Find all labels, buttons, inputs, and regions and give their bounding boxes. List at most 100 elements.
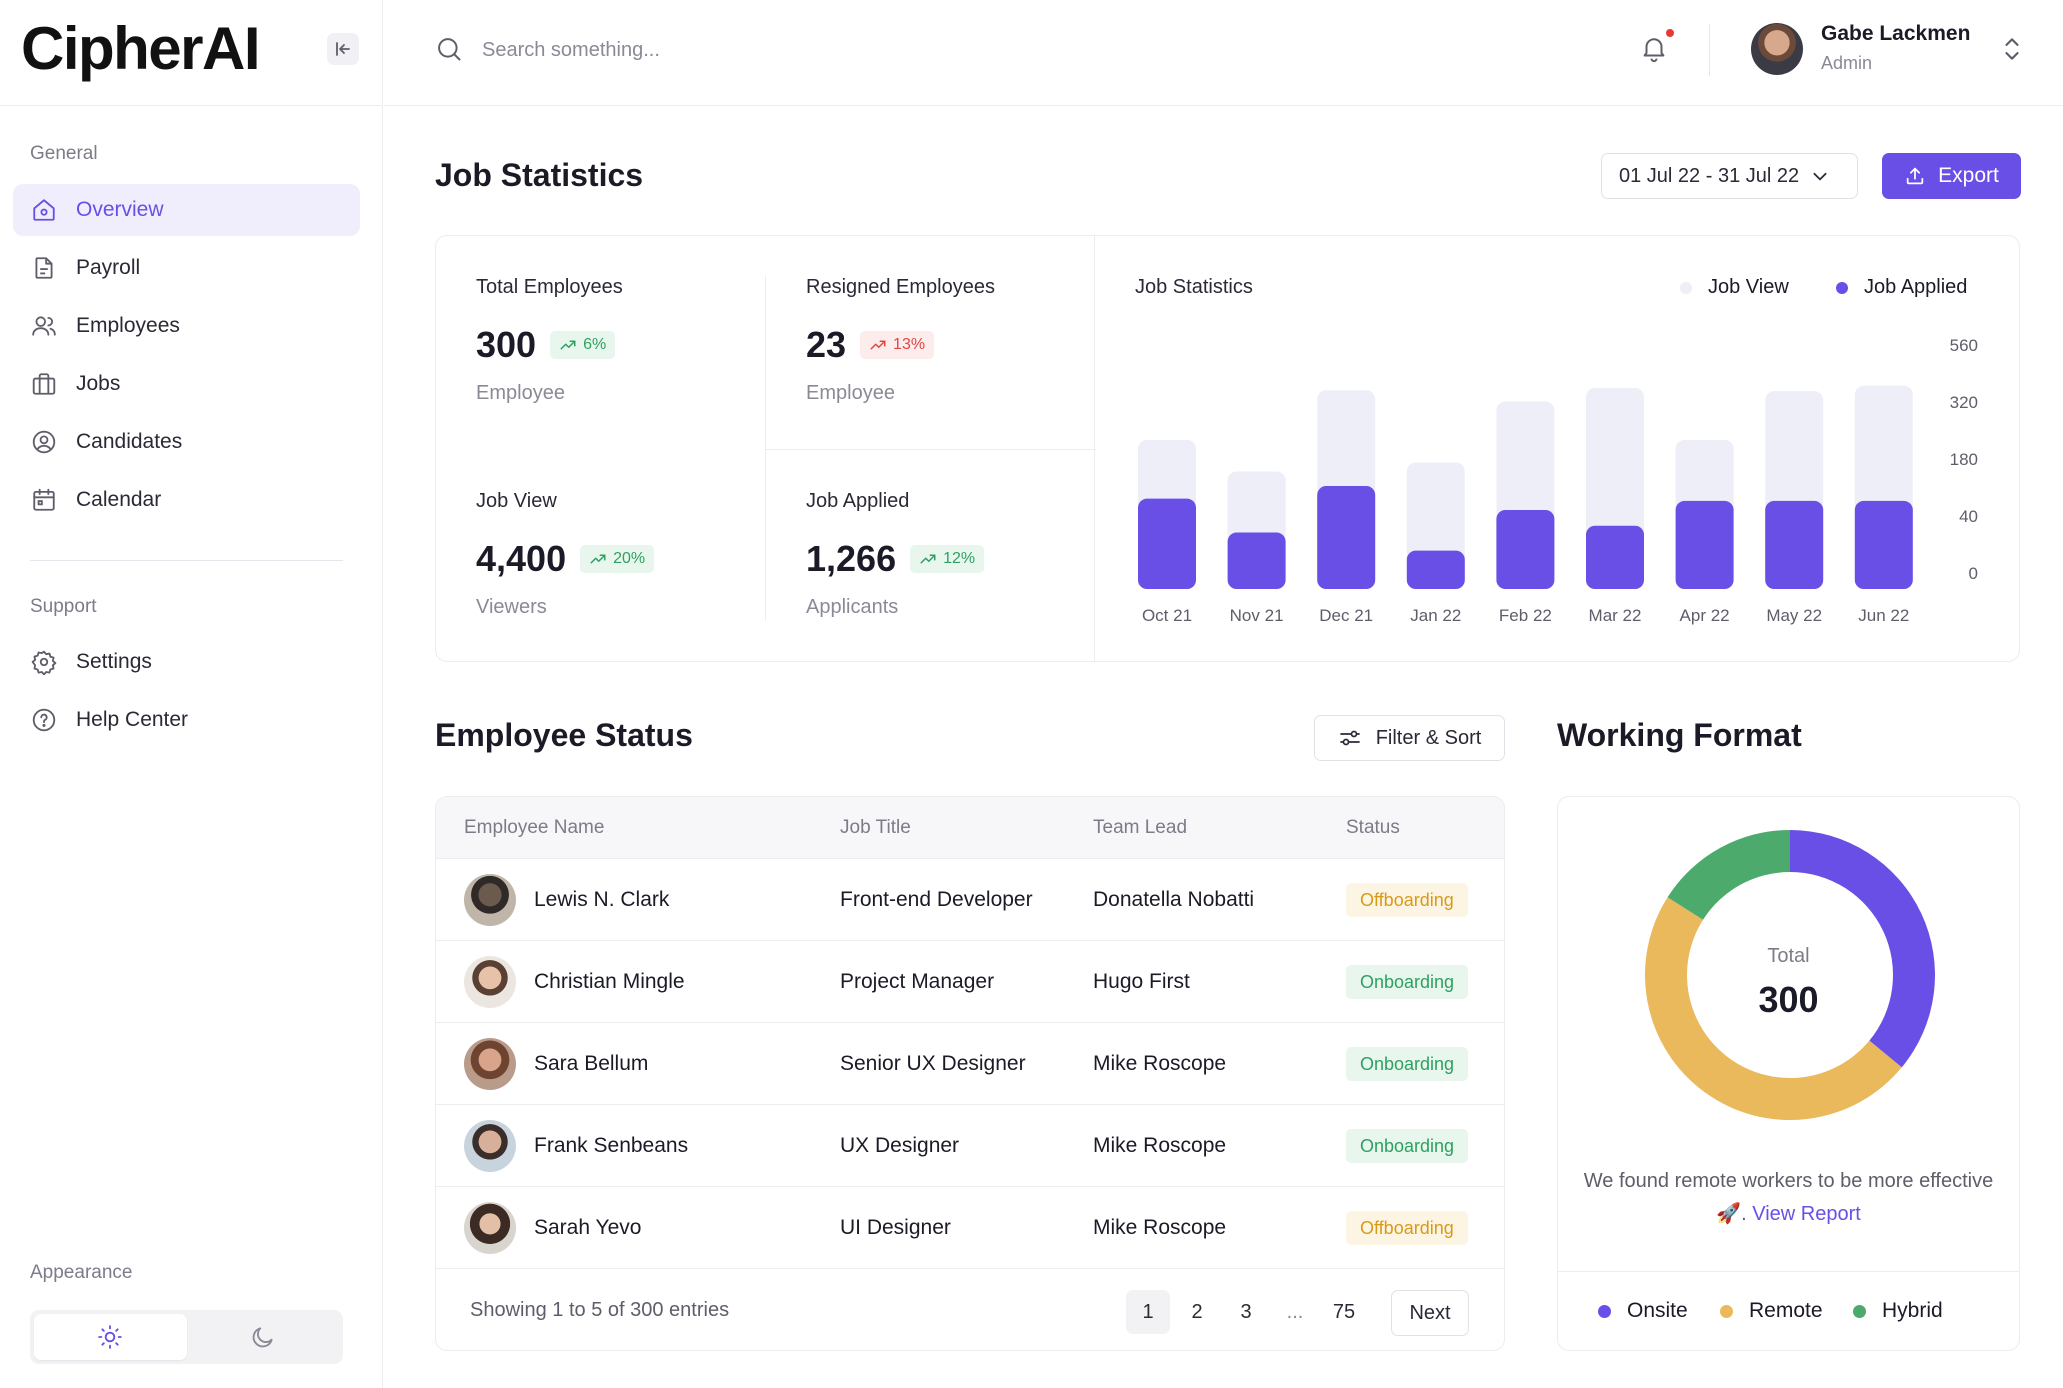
bar-job-applied[interactable] bbox=[1675, 500, 1734, 589]
trend-down-icon bbox=[870, 340, 886, 350]
status-badge: Offboarding bbox=[1346, 1211, 1468, 1245]
job-title: Project Manager bbox=[840, 970, 995, 993]
filter-sort-label: Filter & Sort bbox=[1375, 726, 1482, 749]
employee-name: Christian Mingle bbox=[534, 970, 685, 993]
trend-up-icon bbox=[560, 340, 576, 350]
sidebar-item-help-center[interactable]: Help Center bbox=[13, 694, 360, 746]
user-name[interactable]: Gabe Lackmen bbox=[1821, 22, 1970, 46]
sidebar-item-overview[interactable]: Overview bbox=[13, 184, 360, 236]
y-tick-label: 0 bbox=[1969, 564, 1978, 583]
upload-icon bbox=[1906, 167, 1924, 185]
status-badge: Onboarding bbox=[1346, 965, 1469, 999]
team-lead: Mike Roscope bbox=[1093, 1052, 1227, 1075]
donut-segment-hybrid[interactable] bbox=[1667, 830, 1790, 920]
job-statistics-card: Total Employees 300 6% Employee Resigned… bbox=[435, 235, 2020, 662]
legend-dot bbox=[1598, 1304, 1611, 1318]
x-tick-label: Feb 22 bbox=[1499, 606, 1552, 625]
donut-total-value: 300 bbox=[1758, 979, 1819, 1020]
view-report-link[interactable]: View Report bbox=[1752, 1203, 1861, 1225]
sidebar-item-jobs[interactable]: Jobs bbox=[13, 358, 360, 410]
bar-job-applied[interactable] bbox=[1317, 485, 1376, 589]
x-tick-label: Oct 21 bbox=[1142, 606, 1192, 625]
stat-unit: Applicants bbox=[806, 596, 899, 618]
table-row[interactable]: Sarah Yevo UI Designer Mike Roscope Offb… bbox=[436, 1187, 1504, 1269]
notification-bell-icon[interactable] bbox=[1639, 33, 1669, 68]
team-lead: Mike Roscope bbox=[1093, 1216, 1227, 1239]
column-header[interactable]: Job Title bbox=[840, 817, 911, 839]
x-tick-label: Dec 21 bbox=[1319, 606, 1373, 625]
legend-label: Job View bbox=[1708, 276, 1789, 298]
bar-job-applied[interactable] bbox=[1138, 498, 1196, 589]
card-split-divider bbox=[1094, 236, 1095, 661]
stat-unit: Employee bbox=[476, 382, 565, 404]
search-input[interactable] bbox=[482, 32, 982, 68]
app-logo[interactable]: CipherAI bbox=[21, 14, 261, 83]
column-header[interactable]: Team Lead bbox=[1093, 817, 1187, 839]
legend-onsite: Onsite bbox=[1598, 1299, 1688, 1323]
page-3-button[interactable]: 3 bbox=[1224, 1290, 1268, 1334]
table-row[interactable]: Lewis N. Clark Front-end Developer Donat… bbox=[436, 859, 1504, 941]
table-row[interactable]: Frank Senbeans UX Designer Mike Roscope … bbox=[436, 1105, 1504, 1187]
x-tick-label: May 22 bbox=[1766, 606, 1822, 625]
user-menu-chevron-icon[interactable] bbox=[2001, 35, 2023, 68]
page-2-button[interactable]: 2 bbox=[1175, 1290, 1219, 1334]
bar-job-applied[interactable] bbox=[1586, 525, 1644, 589]
legend-hybrid: Hybrid bbox=[1853, 1299, 1943, 1323]
legend-label: Onsite bbox=[1627, 1299, 1688, 1322]
date-range-select[interactable]: 01 Jul 22 - 31 Jul 22 bbox=[1601, 153, 1858, 199]
collapse-icon bbox=[336, 42, 350, 56]
table-row[interactable]: Sara Bellum Senior UX Designer Mike Rosc… bbox=[436, 1023, 1504, 1105]
trend-value: 13% bbox=[893, 336, 926, 353]
stat-job-view: Job View 4,400 20% Viewers bbox=[476, 490, 776, 619]
users-icon bbox=[30, 312, 58, 340]
user-avatar[interactable] bbox=[1751, 23, 1803, 75]
bar-job-applied[interactable] bbox=[1765, 500, 1824, 589]
avatar bbox=[464, 956, 516, 1008]
column-header[interactable]: Status bbox=[1346, 817, 1400, 839]
calendar-icon bbox=[30, 486, 58, 514]
page-1-button[interactable]: 1 bbox=[1126, 1290, 1170, 1334]
stat-value: 23 bbox=[806, 324, 847, 365]
stat-divider-horizontal bbox=[766, 449, 1096, 450]
x-tick-label: Apr 22 bbox=[1680, 606, 1730, 625]
chart-title: Job Statistics bbox=[1135, 276, 1253, 298]
x-tick-label: Mar 22 bbox=[1589, 606, 1642, 625]
stat-label: Total Employees bbox=[476, 276, 623, 298]
sidebar-item-payroll[interactable]: Payroll bbox=[13, 242, 360, 294]
support-section-label: Support bbox=[30, 596, 97, 617]
sidebar-item-calendar[interactable]: Calendar bbox=[13, 474, 360, 526]
notification-dot bbox=[1666, 29, 1674, 37]
sidebar-item-employees[interactable]: Employees bbox=[13, 300, 360, 352]
bar-job-applied[interactable] bbox=[1227, 532, 1286, 589]
entries-summary: Showing 1 to 5 of 300 entries bbox=[470, 1299, 730, 1321]
column-header[interactable]: Employee Name bbox=[464, 817, 604, 839]
next-page-button[interactable]: Next bbox=[1391, 1290, 1469, 1336]
sidebar-item-label: Candidates bbox=[76, 430, 183, 453]
export-button[interactable]: Export bbox=[1882, 153, 2021, 199]
trend-up-icon bbox=[920, 554, 936, 564]
bar-job-applied[interactable] bbox=[1854, 500, 1913, 589]
stat-label: Resigned Employees bbox=[806, 276, 995, 298]
filter-sort-button[interactable]: Filter & Sort bbox=[1314, 715, 1505, 761]
bar-job-applied[interactable] bbox=[1406, 550, 1465, 589]
avatar bbox=[464, 1038, 516, 1090]
trend-value: 12% bbox=[943, 550, 976, 567]
sidebar-item-candidates[interactable]: Candidates bbox=[13, 416, 360, 468]
stat-value: 1,266 bbox=[806, 538, 897, 579]
light-mode-button[interactable] bbox=[34, 1314, 187, 1360]
dark-mode-button[interactable] bbox=[187, 1314, 340, 1360]
bar-job-applied[interactable] bbox=[1496, 509, 1555, 589]
sidebar-item-label: Jobs bbox=[76, 372, 121, 395]
table-row[interactable]: Christian Mingle Project Manager Hugo Fi… bbox=[436, 941, 1504, 1023]
page-75-button[interactable]: 75 bbox=[1322, 1290, 1366, 1334]
sidebar-item-settings[interactable]: Settings bbox=[13, 636, 360, 688]
appearance-label: Appearance bbox=[30, 1262, 133, 1283]
x-tick-label: Jan 22 bbox=[1410, 606, 1461, 625]
date-range-value: 01 Jul 22 - 31 Jul 22 bbox=[1619, 164, 1800, 187]
trend-value: 20% bbox=[613, 550, 646, 567]
collapse-sidebar-button[interactable] bbox=[327, 33, 359, 65]
legend-dot bbox=[1680, 281, 1692, 294]
stat-unit: Employee bbox=[806, 382, 895, 404]
sun-icon bbox=[98, 1325, 123, 1349]
top-bar: Gabe Lackmen Admin bbox=[384, 0, 2063, 106]
